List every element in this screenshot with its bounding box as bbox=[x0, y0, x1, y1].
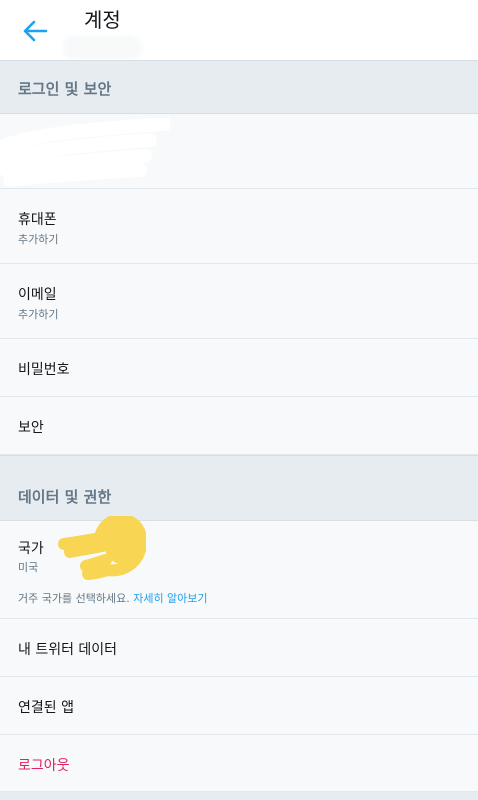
row-logout[interactable]: 로그아웃 bbox=[0, 735, 478, 792]
country-label: 국가 bbox=[18, 541, 44, 557]
row-password[interactable]: 비밀번호 bbox=[0, 339, 478, 397]
title-smudge bbox=[66, 40, 138, 56]
section-header-data-permissions: 데이터 및 권한 bbox=[0, 455, 478, 521]
email-label: 이메일 bbox=[18, 287, 57, 303]
section-header-login-security: 로그인 및 보안 bbox=[0, 60, 478, 114]
logout-label: 로그아웃 bbox=[18, 758, 70, 774]
row-twitter-data[interactable]: 내 트위터 데이터 bbox=[0, 619, 478, 677]
row-security[interactable]: 보안 bbox=[0, 397, 478, 455]
phone-label: 휴대폰 bbox=[18, 212, 57, 228]
page-title: 계정 bbox=[84, 8, 121, 32]
arrow-left-icon bbox=[23, 20, 48, 42]
country-hint: 거주 국가를 선택하세요. 자세히 알아보기 bbox=[18, 590, 208, 606]
app-header: 계정 bbox=[0, 0, 478, 60]
row-phone[interactable]: 휴대폰 추가하기 bbox=[0, 189, 478, 264]
back-button[interactable] bbox=[18, 16, 52, 46]
bottom-divider bbox=[0, 792, 478, 800]
twitter-data-label: 내 트위터 데이터 bbox=[18, 642, 118, 658]
country-hint-text: 거주 국가를 선택하세요. bbox=[18, 592, 130, 605]
password-label: 비밀번호 bbox=[18, 362, 70, 378]
country-value: 미국 bbox=[18, 561, 39, 574]
redaction-scribble bbox=[0, 118, 170, 187]
connected-apps-label: 연결된 앱 bbox=[18, 700, 74, 716]
email-value: 추가하기 bbox=[18, 308, 59, 321]
section-title-login-security: 로그인 및 보안 bbox=[18, 80, 112, 98]
section-title-data-permissions: 데이터 및 권한 bbox=[18, 488, 112, 506]
row-email[interactable]: 이메일 추가하기 bbox=[0, 264, 478, 339]
security-label: 보안 bbox=[18, 420, 44, 436]
row-connected-apps[interactable]: 연결된 앱 bbox=[0, 677, 478, 735]
highlighter-mark bbox=[58, 516, 146, 580]
learn-more-link[interactable]: 자세히 알아보기 bbox=[133, 592, 207, 605]
phone-value: 추가하기 bbox=[18, 233, 59, 246]
